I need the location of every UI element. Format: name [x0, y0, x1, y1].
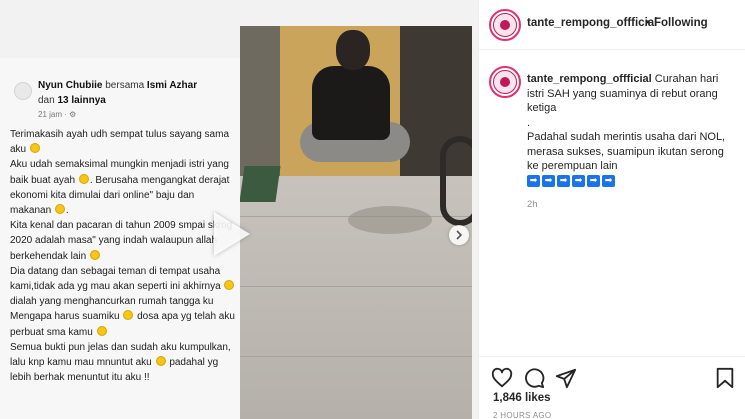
avatar[interactable]	[489, 9, 521, 41]
following-button[interactable]: Following	[654, 17, 708, 29]
fb-paragraph: Kita kenal dan pacaran di tahun 2009 smp…	[10, 218, 236, 264]
fb-avatar	[14, 82, 32, 100]
fb-post-text: Terimakasih ayah udh sempat tulus sayang…	[10, 127, 236, 385]
post-date: 2 HOURS AGO	[493, 411, 552, 419]
crying-emoji-icon	[155, 356, 166, 367]
crying-emoji-icon	[29, 143, 40, 154]
arrow-emoji-row: ➡ ➡ ➡ ➡ ➡ ➡	[527, 174, 737, 187]
right-arrow-icon: ➡	[527, 174, 540, 187]
crying-emoji-icon	[78, 173, 89, 184]
chevron-right-icon	[456, 230, 463, 240]
post-media-carousel[interactable]: Nyun Chubiie bersama Ismi Azhar dan 13 l…	[0, 0, 478, 419]
right-arrow-icon: ➡	[572, 174, 585, 187]
post-header: tante_rempong_offficial • Following	[479, 0, 745, 50]
person-figure	[336, 30, 370, 70]
fb-paragraph: Dia datang dan sebagai teman di tempat u…	[10, 264, 236, 310]
fb-post-time: 21 jam · ⚙	[38, 110, 77, 119]
right-arrow-icon: ➡	[557, 174, 570, 187]
share-icon[interactable]	[555, 367, 577, 389]
bookmark-icon[interactable]	[714, 367, 736, 389]
fb-text-line: Kita kenal dan pacaran di tahun 2009 smp…	[10, 220, 233, 262]
play-icon[interactable]	[214, 212, 250, 256]
caption-text: Padahal sudah merintis usaha dari NOL, m…	[527, 131, 726, 172]
right-arrow-icon: ➡	[602, 174, 615, 187]
post-sidebar: tante_rempong_offficial • Following tant…	[478, 0, 745, 419]
person-figure	[312, 66, 390, 140]
crying-emoji-icon	[54, 204, 65, 215]
comment-icon[interactable]	[523, 367, 545, 389]
caption-avatar[interactable]	[489, 66, 521, 98]
avatar-logo	[493, 13, 517, 37]
fb-tagged: Ismi Azhar	[146, 80, 198, 91]
likes-count[interactable]: 1,846 likes	[493, 392, 551, 404]
caption-first-line: tante_rempong_offficial Curahan hari ist…	[527, 73, 718, 114]
post-caption: tante_rempong_offficial Curahan hari ist…	[527, 72, 737, 187]
crying-emoji-icon	[89, 249, 100, 260]
avatar-logo	[493, 70, 517, 94]
fb-post-authors: Nyun Chubiie bersama Ismi Azhar dan 13 l…	[38, 78, 234, 108]
fb-text-line: Terimakasih ayah udh sempat tulus sayang…	[10, 129, 230, 156]
next-slide-button[interactable]	[449, 225, 469, 245]
caption-timestamp: 2h	[527, 199, 538, 210]
crying-emoji-icon	[123, 310, 134, 321]
action-bar	[479, 356, 745, 396]
fb-text-line: Mengapa harus suamiku	[10, 311, 120, 323]
crying-emoji-icon	[224, 280, 235, 291]
fb-paragraph: Semua bukti pun jelas dan sudah aku kump…	[10, 340, 236, 386]
heart-icon[interactable]	[491, 367, 513, 389]
fb-paragraph: Mengapa harus suamiku dosa apa yg telah …	[10, 309, 236, 339]
motorbike	[440, 136, 472, 226]
floor-stain	[348, 206, 432, 234]
caption-username-link[interactable]: tante_rempong_offficial	[527, 73, 652, 85]
floor-tile-line	[240, 286, 472, 287]
right-arrow-icon: ➡	[587, 174, 600, 187]
crying-emoji-icon	[96, 325, 107, 336]
floor-mat	[240, 166, 281, 202]
fb-and-word: dan	[38, 95, 55, 106]
facebook-post-screenshot: Nyun Chubiie bersama Ismi Azhar dan 13 l…	[0, 58, 240, 419]
fb-text-line: dialah yang menghancurkan rumah tangga k…	[10, 296, 214, 308]
floor-tile-line	[240, 356, 472, 357]
fb-paragraph: Terimakasih ayah udh sempat tulus sayang…	[10, 127, 236, 157]
video-frame[interactable]	[240, 26, 472, 419]
caption-text: .	[527, 116, 531, 129]
fb-paragraph: Aku udah semaksimal mungkin menjadi istr…	[10, 159, 230, 217]
right-arrow-icon: ➡	[542, 174, 555, 187]
fb-others: 13 lainnya	[57, 95, 106, 106]
fb-text-line: Dia datang dan sebagai teman di tempat u…	[10, 265, 221, 293]
username-link[interactable]: tante_rempong_offficial	[527, 17, 657, 29]
fb-with-word: bersama	[105, 80, 145, 91]
separator-dot: •	[646, 17, 651, 29]
fb-author: Nyun Chubiie	[38, 80, 103, 91]
